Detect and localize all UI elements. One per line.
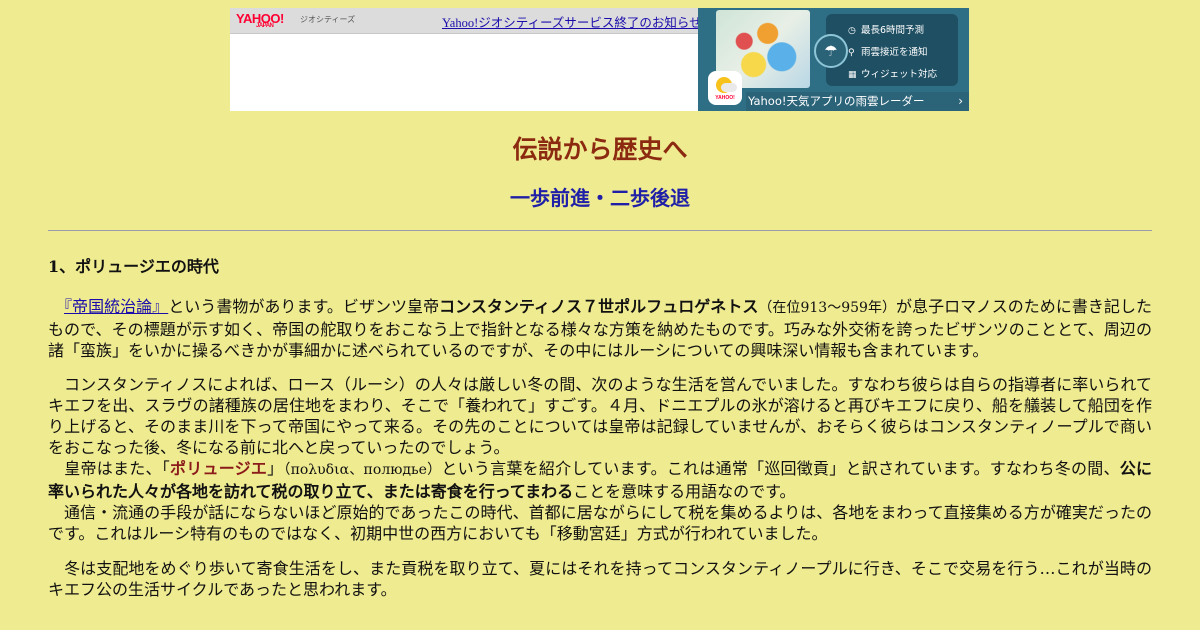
page-subtitle: 一歩前進・二歩後退	[510, 186, 690, 210]
book-link[interactable]: 『帝国統治論』	[64, 297, 168, 316]
section-heading: 1、ポリュージエの時代	[48, 257, 219, 276]
service-end-notice-link[interactable]: Yahoo!ジオシティーズサービス終了のお知らせ	[442, 12, 702, 31]
polyudie-term: ポリュージエ	[170, 459, 268, 478]
feature-widget: ▦ ウィジェット対応	[848, 69, 938, 80]
yahoo-logo[interactable]: YAHOO! JAPAN	[236, 11, 284, 29]
feature-forecast: ◷ 最長6時間予測	[848, 25, 925, 36]
location-pin-icon: ⚲	[848, 48, 855, 58]
widget-grid-icon: ▦	[848, 70, 857, 80]
geocities-label: ジオシティーズ	[300, 15, 356, 24]
divider	[48, 230, 1152, 231]
geocities-header-bar: YAHOO! JAPAN ジオシティーズ Yahoo!ジオシティーズサービス終了…	[230, 8, 702, 34]
paragraph-1: 『帝国統治論』という書物があります。ビザンツ皇帝コンスタンティノス７世ポルフュロ…	[48, 297, 1152, 360]
ad-banner[interactable]: YAHOO! JAPAN ジオシティーズ Yahoo!ジオシティーズサービス終了…	[230, 8, 969, 111]
paragraph-3: 冬は支配地をめぐり歩いて寄食生活をし、また貢税を取り立て、夏にはそれを持ってコン…	[48, 559, 1152, 599]
rain-cloud-icon: ☂	[814, 34, 848, 68]
emperor-name: コンスタンティノス７世ポルフュロゲネトス	[439, 297, 759, 316]
weather-app-icon: YAHOO!	[708, 71, 742, 105]
clock-icon: ◷	[848, 26, 856, 36]
weather-app-ad[interactable]: ☂ ◷ 最長6時間予測 ⚲ 雨雲接近を通知 ▦ ウィジェット対応 YAHOO! Yah…	[698, 8, 969, 111]
page-title: 伝説から歴史へ	[512, 135, 688, 164]
rain-radar-cta[interactable]: Yahoo!天気アプリの雨雲レーダー ›	[746, 92, 969, 111]
paragraph-2: コンスタンティノスによれば、ロース（ルーシ）の人々は厳しい冬の間、次のような生活…	[48, 375, 1152, 543]
feature-notify: ⚲ 雨雲接近を通知	[848, 47, 928, 58]
chevron-right-icon: ›	[958, 94, 963, 108]
